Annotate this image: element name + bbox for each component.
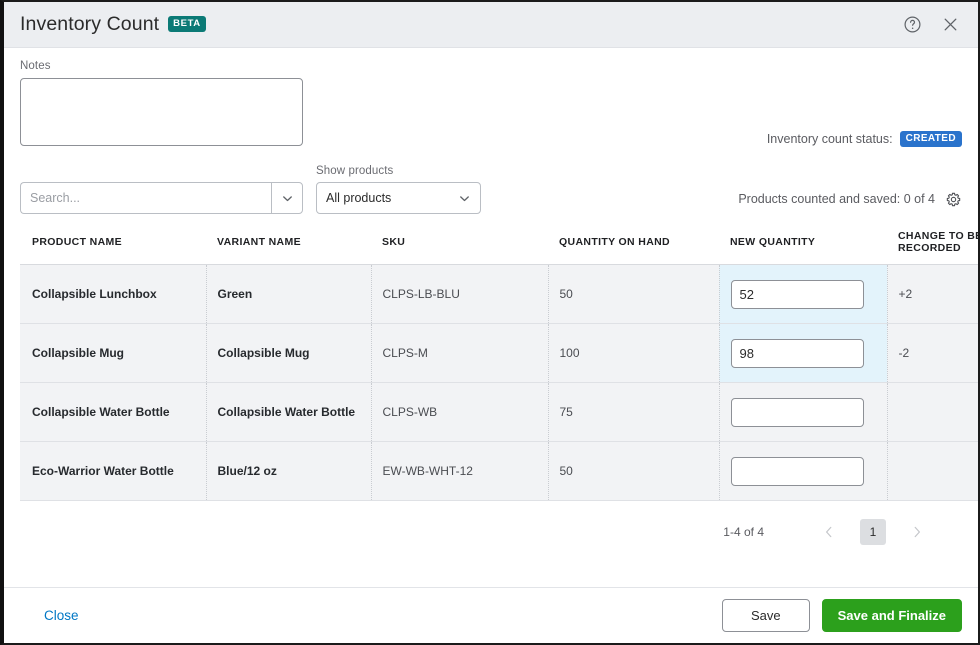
- table-body: Collapsible Lunchbox Green CLPS-LB-BLU 5…: [20, 264, 978, 501]
- cell-change-to-be-recorded: [886, 441, 978, 501]
- help-circle-icon[interactable]: [898, 11, 926, 39]
- cell-new-quantity: [718, 323, 887, 383]
- show-products-label: Show products: [316, 165, 394, 177]
- save-and-finalize-button[interactable]: Save and Finalize: [821, 599, 962, 632]
- new-quantity-input[interactable]: [730, 338, 864, 368]
- cell-quantity-on-hand: 100: [547, 323, 719, 383]
- column-header-new-quantity: NEW QUANTITY: [719, 230, 887, 265]
- cell-change-to-be-recorded: -2: [886, 323, 978, 383]
- gear-icon[interactable]: [944, 190, 962, 208]
- products-counted-status: Products counted and saved: 0 of 4: [738, 190, 962, 208]
- cell-new-quantity: [718, 264, 887, 324]
- cell-variant-name: Blue/12 oz: [205, 441, 371, 501]
- new-quantity-input[interactable]: [730, 279, 864, 309]
- inventory-count-table: PRODUCT NAME VARIANT NAME SKU QUANTITY O…: [20, 230, 978, 501]
- status-badge: CREATED: [899, 131, 962, 147]
- notes-group: Notes: [20, 60, 303, 151]
- cell-quantity-on-hand: 50: [547, 441, 719, 501]
- show-products-value: All products: [326, 191, 392, 205]
- table-row: Collapsible Mug Collapsible Mug CLPS-M 1…: [20, 323, 978, 383]
- table-row: Collapsible Water Bottle Collapsible Wat…: [20, 382, 978, 442]
- pagination: 1-4 of 4 1: [20, 519, 962, 545]
- close-button[interactable]: Close: [20, 608, 79, 623]
- chevron-right-icon[interactable]: [904, 519, 930, 545]
- new-quantity-input[interactable]: [730, 397, 864, 427]
- column-header-variant-name: VARIANT NAME: [206, 230, 371, 265]
- top-area: Notes Inventory count status: CREATED: [20, 48, 962, 151]
- cell-variant-name: Green: [205, 264, 371, 324]
- table-header-row: PRODUCT NAME VARIANT NAME SKU QUANTITY O…: [20, 230, 978, 265]
- inventory-count-modal: Inventory Count BETA Notes Inventory coun…: [0, 0, 980, 645]
- page-title: Inventory Count BETA: [20, 13, 206, 36]
- cell-variant-name: Collapsible Water Bottle: [205, 382, 371, 442]
- table-header: PRODUCT NAME VARIANT NAME SKU QUANTITY O…: [20, 230, 978, 265]
- cell-sku: CLPS-M: [370, 323, 548, 383]
- close-icon[interactable]: [936, 11, 964, 39]
- chevron-down-icon: [460, 195, 469, 201]
- show-products-group: Show products All products: [316, 165, 481, 214]
- page-title-text: Inventory Count: [20, 13, 160, 35]
- cell-product-name: Collapsible Lunchbox: [20, 264, 206, 324]
- modal-footer: Close Save Save and Finalize: [4, 587, 978, 643]
- cell-variant-name: Collapsible Mug: [205, 323, 371, 383]
- notes-input[interactable]: [20, 78, 303, 146]
- products-counted-text: Products counted and saved: 0 of 4: [738, 192, 935, 206]
- modal-header: Inventory Count BETA: [4, 2, 978, 48]
- search-dropdown-button[interactable]: [271, 182, 303, 214]
- column-header-quantity-on-hand: QUANTITY ON HAND: [548, 230, 719, 265]
- cell-sku: CLPS-LB-BLU: [370, 264, 548, 324]
- cell-new-quantity: [718, 382, 887, 442]
- table-row: Eco-Warrior Water Bottle Blue/12 oz EW-W…: [20, 441, 978, 501]
- status-label: Inventory count status:: [766, 132, 893, 146]
- new-quantity-input[interactable]: [730, 456, 864, 486]
- search-group: [20, 182, 303, 214]
- cell-change-to-be-recorded: +2: [886, 264, 978, 324]
- pagination-range: 1-4 of 4: [723, 525, 764, 539]
- column-header-change-to-be-recorded: CHANGE TO BE RECORDED: [887, 230, 978, 265]
- cell-product-name: Eco-Warrior Water Bottle: [20, 441, 206, 501]
- pagination-page-1[interactable]: 1: [860, 519, 886, 545]
- cell-sku: CLPS-WB: [370, 382, 548, 442]
- cell-sku: EW-WB-WHT-12: [370, 441, 548, 501]
- column-header-sku: SKU: [371, 230, 548, 265]
- search-input[interactable]: [20, 182, 271, 214]
- cell-new-quantity: [718, 441, 887, 501]
- cell-quantity-on-hand: 50: [547, 264, 719, 324]
- save-button[interactable]: Save: [721, 599, 810, 632]
- column-header-product-name: PRODUCT NAME: [20, 230, 206, 265]
- cell-quantity-on-hand: 75: [547, 382, 719, 442]
- cell-product-name: Collapsible Mug: [20, 323, 206, 383]
- chevron-left-icon[interactable]: [816, 519, 842, 545]
- beta-badge: BETA: [168, 16, 206, 32]
- filter-row: Show products All products Products coun…: [20, 165, 962, 214]
- filter-controls: Show products All products: [20, 165, 481, 214]
- table-row: Collapsible Lunchbox Green CLPS-LB-BLU 5…: [20, 264, 978, 324]
- inventory-count-status: Inventory count status: CREATED: [767, 131, 962, 147]
- notes-label: Notes: [20, 60, 51, 72]
- cell-product-name: Collapsible Water Bottle: [20, 382, 206, 442]
- chevron-down-icon: [282, 195, 292, 201]
- modal-body: Notes Inventory count status: CREATED Se…: [4, 48, 978, 587]
- cell-change-to-be-recorded: [886, 382, 978, 442]
- show-products-select[interactable]: All products: [316, 182, 481, 214]
